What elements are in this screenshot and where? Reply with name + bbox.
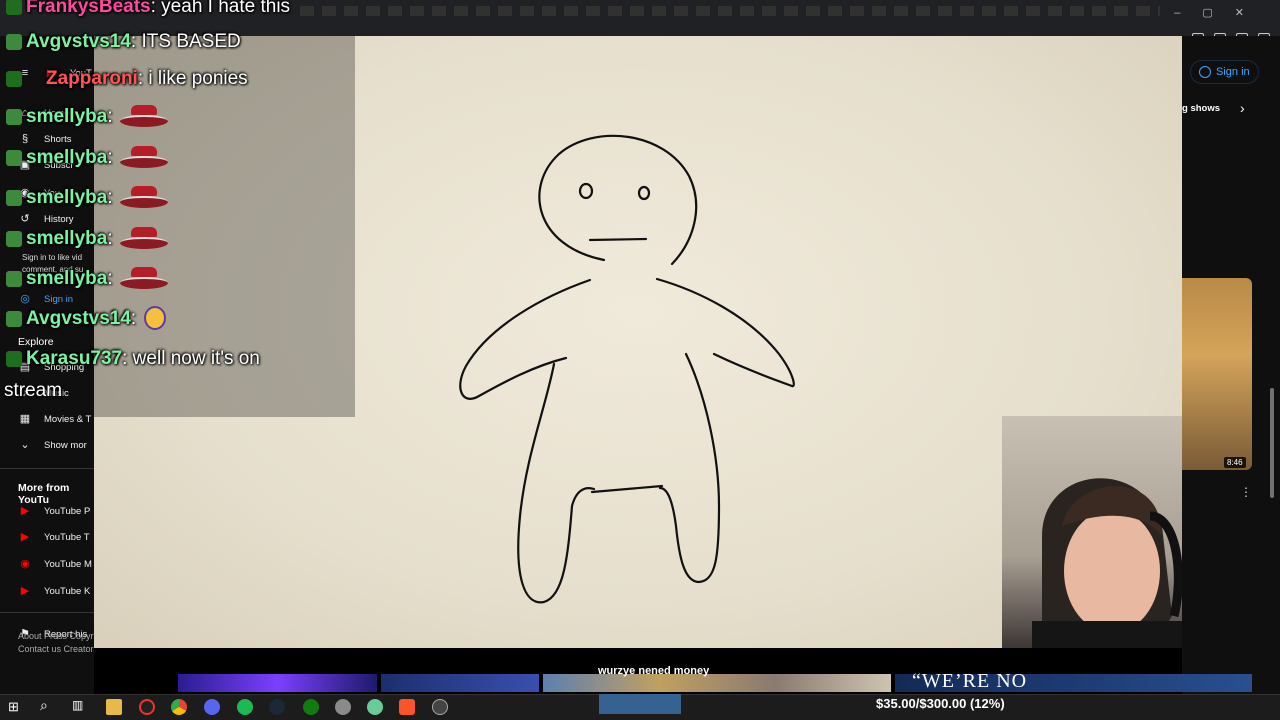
obs-icon[interactable] <box>139 699 155 715</box>
thumbnail-row <box>178 674 1252 692</box>
figure-right-arm <box>655 277 795 388</box>
badge-icon <box>6 150 22 166</box>
chat-message: smellyba : <box>6 266 171 292</box>
sidebar-divider <box>0 468 94 469</box>
more-from-youtube-heading: More from YouTu <box>18 482 70 506</box>
youtube-kids-icon: ▶ <box>20 585 30 597</box>
sidebar-item-youtube-music[interactable]: ◉ YouTube M <box>18 557 92 571</box>
window-controls[interactable]: –▢✕ <box>1174 6 1266 19</box>
chat-message: smellyba : <box>6 104 171 130</box>
overlay-headline: “WE’RE NO <box>912 670 1028 692</box>
sidebar-item-show-more[interactable]: ⌄ Show mor <box>18 438 86 452</box>
sidebar-item-youtube-premium[interactable]: ▶ YouTube P <box>18 504 91 518</box>
chat-message: Avgvstvs14 : ITS BASED <box>6 29 241 55</box>
donation-goal-text: $35.00/$300.00 (12%) <box>876 696 1005 711</box>
chevron-right-icon[interactable]: › <box>1240 100 1245 116</box>
task-view-icon[interactable]: ▥ <box>72 698 83 712</box>
hat-emote-icon <box>117 184 171 212</box>
badge-icon <box>6 0 22 15</box>
badge-icon <box>6 311 22 327</box>
cat-emote-icon <box>140 305 170 333</box>
kebab-menu-icon[interactable]: ⋮ <box>1240 485 1252 499</box>
chat-message: smellyba : <box>6 226 171 252</box>
brave-icon[interactable] <box>399 699 415 715</box>
figure-right-eye <box>637 185 651 201</box>
sidebar-item-youtube-kids[interactable]: ▶ YouTube K <box>18 584 91 598</box>
chevron-down-icon: ⌄ <box>20 439 30 451</box>
badge-icon <box>6 190 22 206</box>
chrome-icon[interactable] <box>171 699 187 715</box>
youtube-music-icon: ◉ <box>20 558 30 570</box>
steam-icon[interactable] <box>269 699 285 715</box>
figure-crotch <box>590 484 664 494</box>
figure-left-eye <box>578 182 594 200</box>
chat-message: Zapparoni : i like ponies <box>6 66 248 92</box>
filter-chip[interactable]: g shows <box>1182 103 1220 114</box>
search-icon[interactable]: ⌕ <box>40 697 48 714</box>
badge-icon <box>6 109 22 125</box>
chat-message: smellyba : <box>6 145 171 171</box>
app-icon[interactable] <box>432 699 448 715</box>
film-icon: ▦ <box>19 413 31 425</box>
discord-icon[interactable] <box>204 699 220 715</box>
app-icon[interactable] <box>335 699 351 715</box>
figure-right-body <box>658 352 721 584</box>
youtube-tv-icon: ▶ <box>20 531 30 543</box>
badge-icon <box>6 351 22 367</box>
header-signin-button[interactable]: Sign in <box>1190 60 1259 84</box>
sidebar-item-youtube-tv[interactable]: ▶ YouTube T <box>18 530 90 544</box>
page-scrollbar[interactable] <box>1270 388 1274 498</box>
browser-tabs[interactable] <box>300 6 1160 16</box>
app-icon[interactable] <box>367 699 383 715</box>
figure-left-body <box>517 362 596 604</box>
figure-left-arm <box>459 278 592 400</box>
badge-icon <box>6 271 22 287</box>
figure-mouth <box>588 237 648 242</box>
badge-icon <box>6 34 22 50</box>
hat-emote-icon <box>117 265 171 293</box>
youtube-premium-icon: ▶ <box>20 505 30 517</box>
stream-caption: wurzye nened money <box>598 665 710 677</box>
video-duration-badge: 8:46 <box>1224 457 1246 468</box>
badge-icon <box>6 71 22 87</box>
figure-head <box>538 134 698 266</box>
sidebar-item-movies[interactable]: ▦ Movies & T <box>18 412 92 426</box>
xbox-icon[interactable] <box>303 699 319 715</box>
streamer-webcam <box>1002 416 1182 650</box>
spotify-icon[interactable] <box>237 699 253 715</box>
thumbnail-tile[interactable] <box>543 674 891 692</box>
webcam-figure <box>1032 478 1182 650</box>
sidebar-divider <box>0 612 94 613</box>
badge-icon <box>6 231 22 247</box>
chat-message: Karasu737 : well now it's on <box>6 346 260 372</box>
chat-message: smellyba : <box>6 185 171 211</box>
hat-emote-icon <box>117 144 171 172</box>
chat-message-continuation: stream <box>4 380 63 401</box>
file-explorer-icon[interactable] <box>106 699 122 715</box>
hat-emote-icon <box>117 103 171 131</box>
windows-start-icon[interactable]: ⊞ <box>8 699 19 715</box>
donation-progress-bar <box>599 694 681 714</box>
chat-message: FrankysBeats : yeah I hate this <box>6 0 290 20</box>
thumbnail-tile[interactable] <box>178 674 377 692</box>
hat-emote-icon <box>117 225 171 253</box>
stream-chat-overlay: FrankysBeats : yeah I hate this Avgvstvs… <box>0 0 360 410</box>
account-icon <box>1199 66 1211 78</box>
chat-message: Avgvstvs14 : <box>6 306 170 332</box>
recommended-video-thumbnail[interactable] <box>1182 278 1252 470</box>
thumbnail-tile[interactable] <box>380 674 540 692</box>
